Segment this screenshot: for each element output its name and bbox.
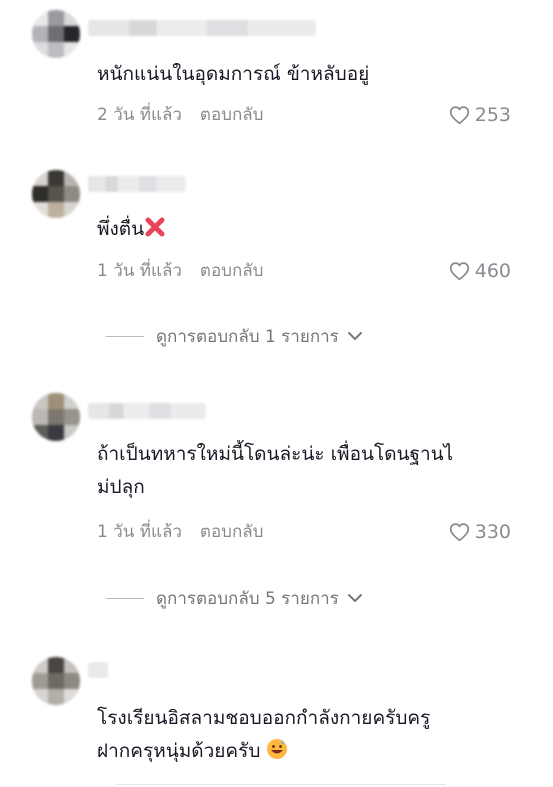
comment-text: ถ้าเป็นทหารใหม่นี้โดนล่ะน่ะ เพื่อนโดนฐาน…	[97, 443, 454, 498]
avatar[interactable]	[32, 10, 80, 58]
view-replies-label: ดูการตอบกลับ 1 รายการ	[156, 326, 339, 347]
username-blurred[interactable]	[88, 20, 316, 36]
comment-text: พึ่งตื่น	[97, 213, 517, 249]
comment-text-body: พึ่งตื่น	[97, 218, 145, 240]
comment-time: 1 วัน ที่แล้ว	[97, 522, 182, 542]
username-blurred[interactable]	[88, 176, 186, 192]
avatar[interactable]	[32, 170, 80, 218]
comment-time: 1 วัน ที่แล้ว	[97, 261, 182, 281]
like-count: 253	[474, 104, 511, 126]
heart-icon	[449, 262, 469, 281]
chevron-down-icon	[347, 332, 362, 340]
like-button[interactable]: 460	[449, 259, 511, 283]
like-count: 460	[474, 260, 511, 282]
reply-button[interactable]: ตอบกลับ	[200, 103, 264, 127]
divider-line	[106, 335, 144, 337]
comment-text-body: โรงเรียนอิสลามชอบออกกำลังกายครับครู ฝากค…	[97, 707, 431, 762]
comment-time: 2 วัน ที่แล้ว	[97, 105, 182, 125]
avatar[interactable]	[32, 657, 80, 705]
view-replies-label: ดูการตอบกลับ 5 รายการ	[156, 588, 339, 609]
cross-mark-emoji	[144, 216, 166, 249]
heart-icon	[449, 523, 469, 542]
view-replies-button[interactable]: ดูการตอบกลับ 5 รายการ	[106, 585, 363, 611]
avatar[interactable]	[32, 393, 80, 441]
chevron-down-icon	[347, 594, 362, 602]
reply-button[interactable]: ตอบกลับ	[200, 520, 264, 544]
comment-meta: 1 วัน ที่แล้ว ตอบกลับ	[97, 259, 263, 283]
like-button[interactable]: 330	[449, 520, 511, 544]
username-blurred[interactable]	[88, 403, 206, 419]
view-replies-button[interactable]: ดูการตอบกลับ 1 รายการ	[106, 323, 363, 349]
comment-text: หนักแน่นในอุดมการณ์ ข้าหลับอยู่	[97, 63, 370, 85]
reply-button[interactable]: ตอบกลับ	[200, 259, 264, 283]
divider-line	[106, 597, 144, 599]
comment-meta: 1 วัน ที่แล้ว ตอบกลับ	[97, 520, 263, 544]
heart-icon	[449, 106, 469, 125]
comment-text: โรงเรียนอิสลามชอบออกกำลังกายครับครู ฝากค…	[97, 702, 517, 771]
comment-meta: 2 วัน ที่แล้ว ตอบกลับ	[97, 103, 263, 127]
username-blurred[interactable]	[88, 662, 108, 678]
like-count: 330	[474, 521, 511, 543]
like-button[interactable]: 253	[449, 103, 511, 127]
sweat-smile-emoji	[266, 738, 288, 771]
divider	[116, 784, 446, 785]
